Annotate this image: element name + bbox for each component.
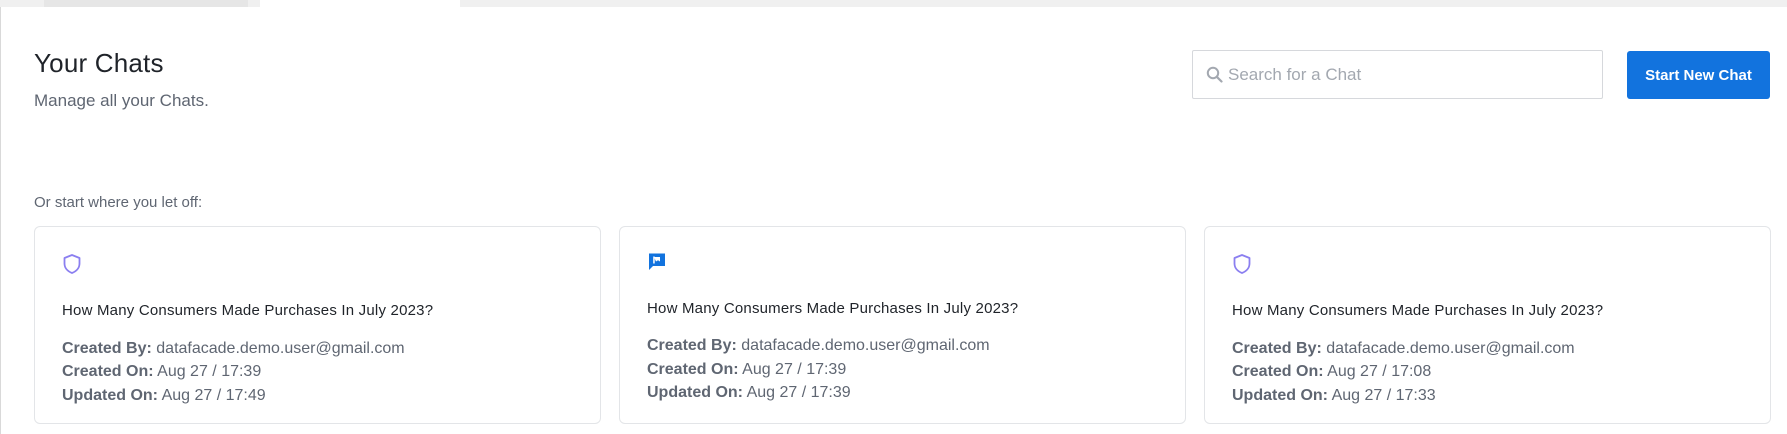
created-by-label: Created By: [62, 340, 152, 357]
updated-on-label: Updated On: [647, 384, 743, 401]
created-by-value: datafacade.demo.user@gmail.com [156, 340, 405, 357]
shield-icon [63, 254, 81, 274]
updated-on-value: Aug 27 / 17:33 [1331, 387, 1436, 404]
chat-title: How Many Consumers Made Purchases In Jul… [62, 302, 434, 319]
search-box[interactable] [1192, 50, 1603, 99]
created-on-value: Aug 27 / 17:08 [1327, 363, 1432, 380]
created-by-label: Created By: [1232, 340, 1322, 357]
updated-on-row: Updated On: Aug 27 / 17:49 [62, 387, 266, 405]
created-on-row: Created On: Aug 27 / 17:39 [647, 361, 846, 379]
created-on-row: Created On: Aug 27 / 17:08 [1232, 363, 1431, 381]
created-on-label: Created On: [62, 363, 154, 380]
updated-on-label: Updated On: [62, 387, 158, 404]
search-icon [1206, 66, 1223, 83]
tab-active[interactable] [260, 0, 460, 7]
tab-strip [0, 0, 1787, 7]
page-title: Your Chats [34, 48, 164, 78]
chat-card[interactable]: How Many Consumers Made Purchases In Jul… [1204, 226, 1771, 424]
chat-title: How Many Consumers Made Purchases In Jul… [1232, 302, 1604, 319]
created-on-value: Aug 27 / 17:39 [157, 363, 262, 380]
page-subtitle: Manage all your Chats. [34, 91, 209, 110]
created-on-label: Created On: [1232, 363, 1324, 380]
updated-on-value: Aug 27 / 17:49 [161, 387, 266, 404]
updated-on-row: Updated On: Aug 27 / 17:39 [647, 384, 851, 402]
chat-card[interactable]: How Many Consumers Made Purchases In Jul… [619, 226, 1186, 424]
created-on-row: Created On: Aug 27 / 17:39 [62, 363, 261, 381]
chat-card[interactable]: How Many Consumers Made Purchases In Jul… [34, 226, 601, 424]
flag-chat-icon [649, 253, 665, 270]
search-input[interactable] [1228, 51, 1588, 98]
updated-on-value: Aug 27 / 17:39 [746, 384, 851, 401]
tab-inactive[interactable] [44, 0, 248, 7]
updated-on-label: Updated On: [1232, 387, 1328, 404]
recent-chats-label: Or start where you let off: [34, 194, 203, 211]
start-new-chat-button[interactable]: Start New Chat [1627, 51, 1770, 99]
created-on-label: Created On: [647, 361, 739, 378]
shield-icon [1233, 254, 1251, 274]
created-by-value: datafacade.demo.user@gmail.com [741, 337, 990, 354]
created-by-label: Created By: [647, 337, 737, 354]
created-by-row: Created By: datafacade.demo.user@gmail.c… [1232, 340, 1575, 358]
created-by-value: datafacade.demo.user@gmail.com [1326, 340, 1575, 357]
created-by-row: Created By: datafacade.demo.user@gmail.c… [62, 340, 405, 358]
created-by-row: Created By: datafacade.demo.user@gmail.c… [647, 337, 990, 355]
chat-title: How Many Consumers Made Purchases In Jul… [647, 300, 1019, 317]
updated-on-row: Updated On: Aug 27 / 17:33 [1232, 387, 1436, 405]
created-on-value: Aug 27 / 17:39 [742, 361, 847, 378]
